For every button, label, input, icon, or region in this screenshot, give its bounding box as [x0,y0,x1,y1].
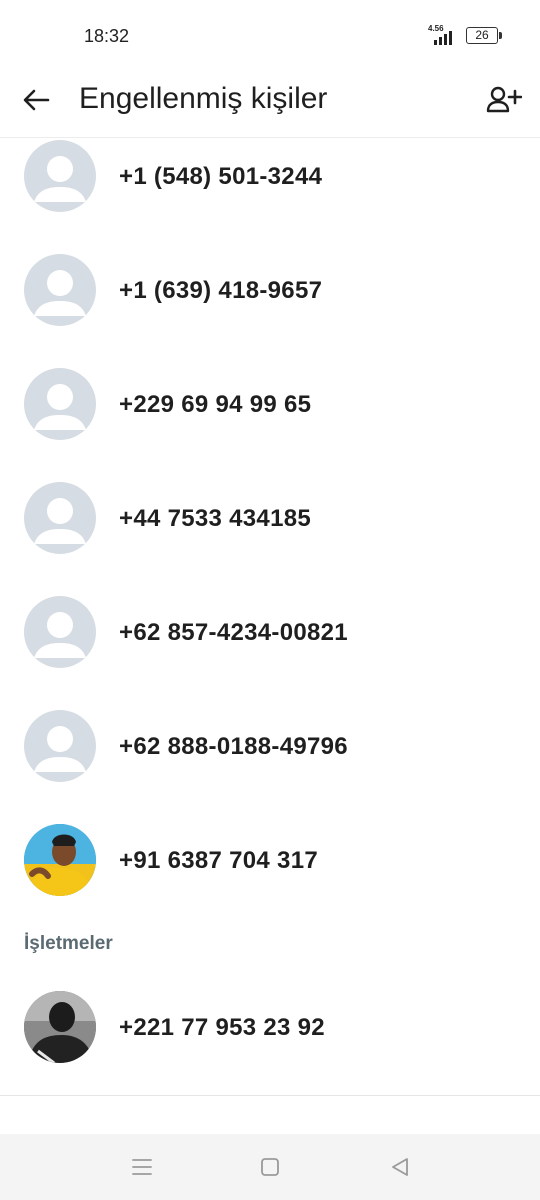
page-title: Engellenmiş kişiler [79,82,328,115]
blocked-contacts-list: +1 (548) 501-3244 +1 (639) 418-9657 +229… [0,139,540,1094]
profile-photo-icon [24,824,96,896]
contact-row[interactable]: +229 69 94 99 65 [0,367,540,467]
contact-name: +62 857-4234-00821 [119,619,348,646]
contact-name: +229 69 94 99 65 [119,391,312,418]
status-bar: 18:32 4.56 26 [0,0,540,70]
avatar [24,368,96,440]
avatar [24,710,96,782]
menu-icon [132,1159,152,1175]
default-avatar-icon [34,270,86,316]
section-header-businesses: İşletmeler [24,933,113,954]
contact-row[interactable]: +91 6387 704 317 [0,823,540,923]
avatar [24,140,96,212]
default-avatar-icon [34,498,86,544]
system-nav-bar [0,1134,540,1200]
contact-row[interactable]: +1 (548) 501-3244 [0,139,540,239]
back-triangle-icon [392,1158,408,1176]
add-person-icon [486,86,522,113]
nav-back-button[interactable] [386,1154,414,1180]
arrow-left-icon [23,89,50,111]
profile-photo-icon [24,991,96,1063]
avatar [24,991,96,1063]
contact-name: +1 (639) 418-9657 [119,277,323,304]
contact-name: +1 (548) 501-3244 [119,163,323,190]
app-bar: Engellenmiş kişiler [0,70,540,138]
default-avatar-icon [34,612,86,658]
avatar [24,482,96,554]
contact-name: +221 77 953 23 92 [119,1014,325,1041]
back-button[interactable] [16,80,56,120]
avatar [24,254,96,326]
status-time: 18:32 [84,26,130,46]
contact-row[interactable]: +44 7533 434185 [0,481,540,581]
home-button[interactable] [256,1154,284,1180]
avatar [24,824,96,896]
contact-row[interactable]: +62 888-0188-49796 [0,709,540,809]
contact-row[interactable]: +62 857-4234-00821 [0,595,540,695]
recent-apps-button[interactable] [128,1154,156,1180]
add-contact-button[interactable] [482,78,526,122]
contact-row[interactable]: +221 77 953 23 92 [0,990,540,1090]
screen: 18:32 4.56 26 Engellenmiş kişiler +1 (54… [0,0,540,1200]
battery-icon: 26 [466,27,502,44]
contact-name: +44 7533 434185 [119,505,312,532]
default-avatar-icon [34,384,86,430]
contact-row[interactable]: +1 (639) 418-9657 [0,253,540,353]
default-avatar-icon [34,156,86,202]
avatar [24,596,96,668]
divider [0,1095,540,1096]
default-avatar-icon [34,726,86,772]
signal-icon: 4.56 [428,24,460,46]
contact-name: +91 6387 704 317 [119,847,318,874]
battery-level: 26 [475,28,489,42]
contact-name: +62 888-0188-49796 [119,733,348,760]
home-square-icon [261,1158,279,1176]
